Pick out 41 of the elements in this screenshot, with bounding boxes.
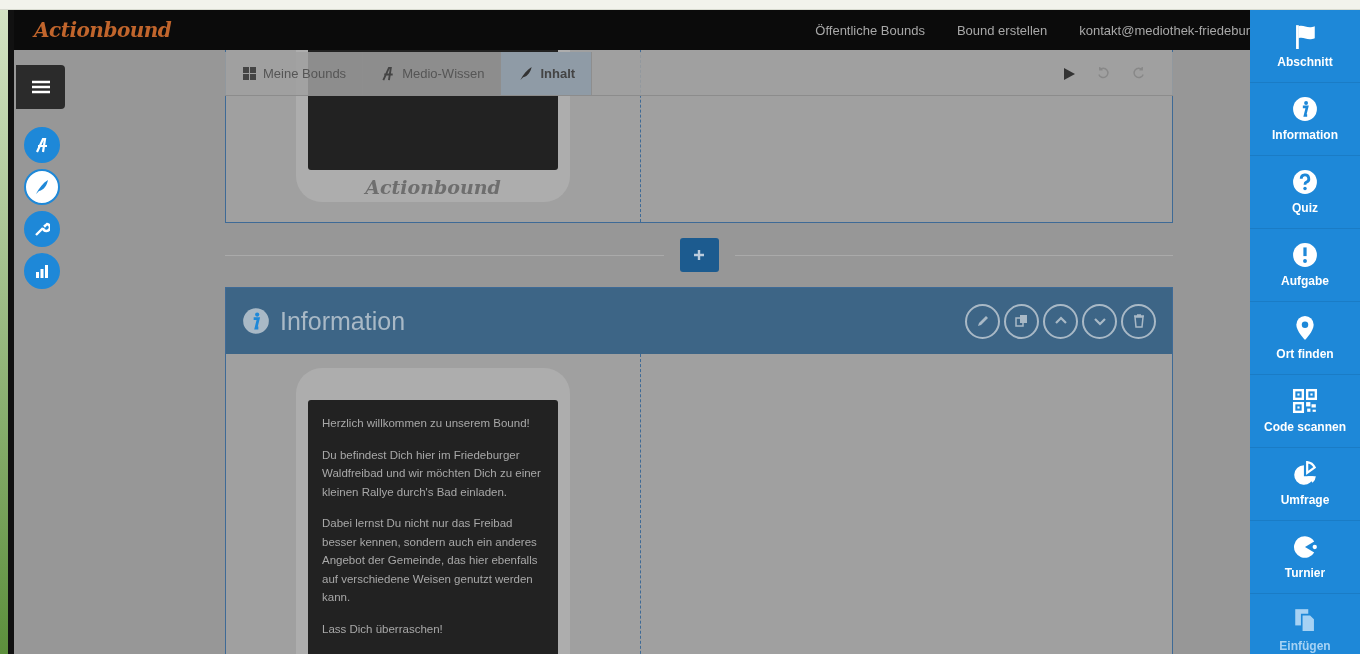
feather-icon [35, 179, 49, 195]
task-icon [1292, 242, 1318, 268]
nav-circle-button[interactable] [24, 211, 60, 247]
chevron-down-button[interactable] [1082, 303, 1117, 339]
card-title: Information [280, 306, 406, 336]
script-a-icon [35, 137, 49, 153]
plus-icon [693, 249, 705, 261]
nav-link[interactable]: Öffentliche Bounds [815, 22, 925, 38]
info-icon [242, 307, 270, 335]
script-a-icon [381, 66, 396, 81]
copy-button[interactable] [1004, 303, 1039, 339]
paragraph: Dabei lernst Du nicht nur das Freibad besser kennen, sondern auch ein anderes Angebot der Gemeinde, das hier ebenfalls auf verschiedene Weisen genutzt werden kann. [322, 516, 539, 605]
nav-link[interactable]: Bound erstellen [956, 22, 1048, 38]
feather-icon [519, 66, 534, 81]
bar-chart-icon [35, 264, 49, 278]
qr-icon [1292, 388, 1318, 414]
play-icon[interactable] [1064, 67, 1075, 80]
quiz-icon [1292, 169, 1318, 195]
paragraph: Lass Dich überraschen! [322, 621, 444, 637]
grid-icon [243, 67, 256, 80]
trash-button[interactable] [1121, 303, 1156, 339]
wrench-icon [34, 221, 50, 237]
nav-link[interactable]: kontakt@mediothek-friedebur [1079, 22, 1250, 38]
copy-icon [1013, 313, 1030, 329]
phone-brand: Actionbound [365, 176, 501, 198]
info-icon [1292, 96, 1318, 122]
breadcrumb-item[interactable]: Meine Bounds [225, 52, 364, 95]
pencil-button[interactable] [965, 303, 1000, 339]
breadcrumb-item[interactable]: Inhalt [501, 52, 593, 95]
menu-icon [31, 80, 50, 94]
nav-circle-button[interactable] [24, 127, 60, 163]
logo[interactable]: Actionbound [34, 18, 172, 42]
add-button[interactable] [679, 238, 719, 272]
paragraph: Herzlich willkommen zu unserem Bound! [322, 416, 531, 431]
menu-button[interactable] [16, 65, 65, 109]
nav-circle-button[interactable] [24, 169, 60, 205]
poll-icon [1292, 461, 1318, 487]
chevron-up-button[interactable] [1043, 303, 1078, 339]
tournament-icon [1292, 534, 1318, 560]
nav-circle-button[interactable] [24, 253, 60, 289]
paragraph: Du befindest Dich hier im Friedeburger Waldfreibad und wir möchten Dich zu einer kleinen Rallye durch's Bad einladen. [322, 447, 542, 500]
